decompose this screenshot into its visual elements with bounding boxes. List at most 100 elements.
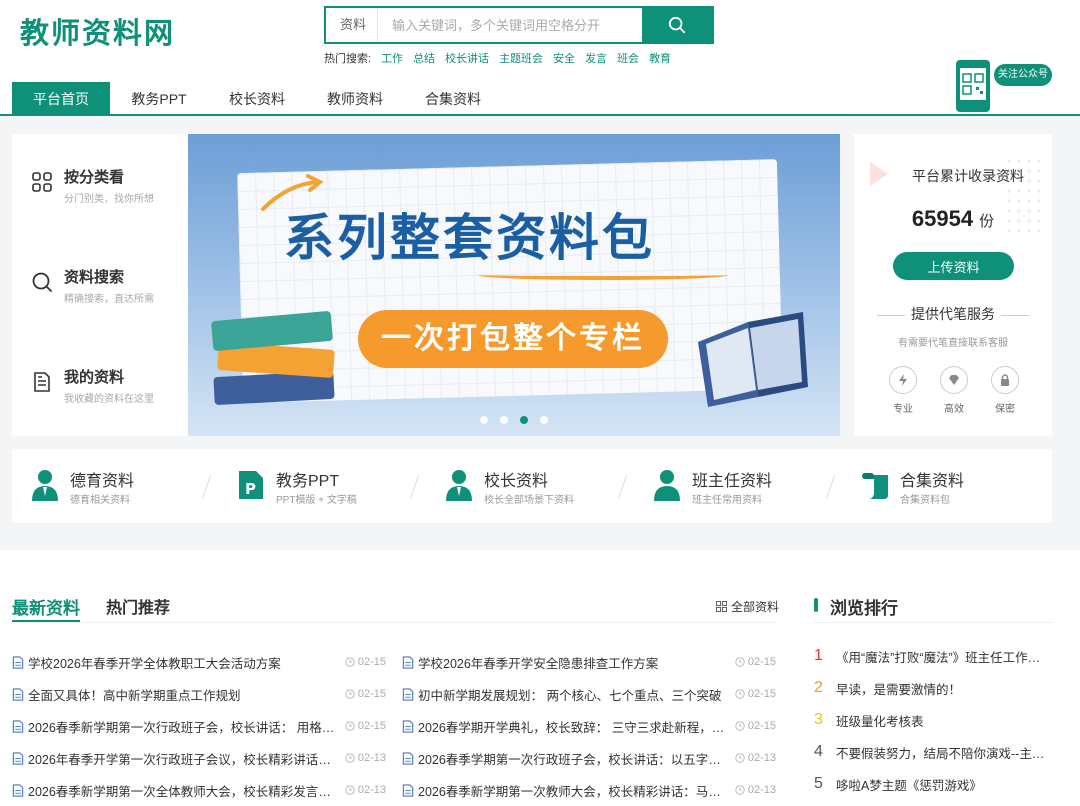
carousel-dot[interactable] xyxy=(480,416,488,424)
nav-item-teacher[interactable]: 教师资料 xyxy=(310,82,400,114)
site-logo[interactable]: 教师资料网 xyxy=(20,10,175,52)
list-item[interactable]: 2026年春季开学第一次行政班子会议，校长精彩讲话全文 02-13 xyxy=(12,742,386,774)
list-item-title: 学校2026年春季开学全体教职工大会活动方案 xyxy=(28,656,281,671)
list-item-date: 02-13 xyxy=(338,784,386,796)
list-item[interactable]: 学校2026年春季开学安全隐患排查工作方案 02-15 xyxy=(402,646,776,678)
nav-item-ppt[interactable]: 教务PPT xyxy=(114,82,204,114)
list-item[interactable]: 2026春季新学期第一次教师大会，校长精彩讲话：马年新学期 02-13 xyxy=(402,774,776,806)
list-item-date-value: 02-13 xyxy=(747,784,776,796)
list-item[interactable]: 2026春季新学期第一次行政班子会，校长讲话： 用格局和担当撑起新学期 02-15 xyxy=(12,710,386,742)
list-item-title: 2026年春季开学第一次行政班子会议，校长精彩讲话全文 xyxy=(28,752,338,767)
category-subtitle: 校长全部场景下资料 xyxy=(484,495,574,506)
promo-banner[interactable]: 系列整套资料包 一次打包整个专栏 xyxy=(188,134,840,436)
category-subtitle: 班主任常用资料 xyxy=(692,495,762,506)
search-input[interactable] xyxy=(378,8,642,42)
list-item-date-value: 02-13 xyxy=(357,784,386,796)
tab-popular[interactable]: 热门推荐 xyxy=(106,594,170,618)
hot-search-label: 热门搜索: xyxy=(324,53,372,65)
list-item[interactable]: 2026春学期开学典礼，校长致辞： 三守三求赴新程，奋楫扬帆正当时 02-15 xyxy=(402,710,776,742)
list-item-date-value: 02-15 xyxy=(747,656,776,668)
hot-term[interactable]: 教育 xyxy=(649,50,671,66)
document-icon xyxy=(402,655,414,669)
menu-search[interactable]: 资料搜索 精确搜索，直达所需 xyxy=(30,266,180,316)
nav-item-collection[interactable]: 合集资料 xyxy=(408,82,498,114)
hot-term[interactable]: 发言 xyxy=(585,50,607,66)
search-category-select[interactable]: 资料 xyxy=(326,8,378,42)
list-item[interactable]: 学校2026年春季开学全体教职工大会活动方案 02-15 xyxy=(12,646,386,678)
divider xyxy=(409,475,420,499)
document-icon xyxy=(34,372,50,392)
search-button[interactable] xyxy=(642,8,712,42)
category-head-teacher[interactable]: 班主任资料 班主任常用资料 xyxy=(634,449,824,523)
category-moral[interactable]: 德育资料 德育相关资料 xyxy=(12,449,202,523)
person-icon xyxy=(32,470,58,501)
clock-icon xyxy=(735,657,745,667)
menu-title: 我的资料 xyxy=(64,369,125,386)
view-all-link[interactable]: 全部资料 xyxy=(716,598,779,615)
rank-number: 2 xyxy=(814,679,823,696)
hot-term[interactable]: 班会 xyxy=(617,50,639,66)
tab-latest[interactable]: 最新资料 xyxy=(12,594,80,623)
list-item-date: 02-15 xyxy=(728,688,776,700)
principal-icon xyxy=(446,470,472,501)
menu-subtitle: 精确搜索，直达所需 xyxy=(64,294,154,305)
document-icon xyxy=(12,687,24,701)
list-item[interactable]: 2026春季学期第一次行政班子会，校长讲话：以五字诀开启新学期 02-13 xyxy=(402,742,776,774)
category-principal[interactable]: 校长资料 校长全部场景下资料 xyxy=(426,449,616,523)
category-title: 德育资料 xyxy=(70,473,135,490)
divider xyxy=(201,475,212,499)
rank-item[interactable]: 4 不要假装努力，结局不陪你演戏--主题班会 xyxy=(814,736,1052,768)
list-item-date-value: 02-13 xyxy=(357,752,386,764)
list-item-date: 02-15 xyxy=(728,720,776,732)
rank-title: 班级量化考核表 xyxy=(836,714,924,729)
view-all-label: 全部资料 xyxy=(731,600,780,614)
category-subtitle: PPT模版 + 文字稿 xyxy=(276,495,357,506)
carousel-dot[interactable] xyxy=(540,416,548,424)
list-item[interactable]: 初中新学期发展规划： 两个核心、七个重点、三个突破 02-15 xyxy=(402,678,776,710)
banner-pill: 一次打包整个专栏 xyxy=(358,310,668,368)
stats-card: 平台累计收录资料 65954 份 上传资料 提供代笔服务 有需要代笔直接联系客服 … xyxy=(854,134,1052,436)
rank-item[interactable]: 2 早读，是需要激情的！ xyxy=(814,672,1052,704)
category-bar: 德育资料 德育相关资料 P 教务PPT PPT模版 + 文字稿 校长资料 校长全… xyxy=(12,449,1052,523)
hot-term[interactable]: 工作 xyxy=(381,50,403,66)
rank-title: 不要假装努力，结局不陪你演戏--主题班会 xyxy=(836,746,1052,761)
list-item-date: 02-15 xyxy=(338,688,386,700)
carousel-dots xyxy=(480,416,548,424)
category-ppt[interactable]: P 教务PPT PPT模版 + 文字稿 xyxy=(218,449,408,523)
stat-count-value: 65954 xyxy=(911,206,974,231)
list-item-date: 02-13 xyxy=(338,752,386,764)
menu-my-files[interactable]: 我的资料 我收藏的资料在这里 xyxy=(30,366,180,416)
rank-item[interactable]: 5 哆啦A梦主题《惩罚游戏》 xyxy=(814,768,1052,800)
diamond-icon xyxy=(949,375,959,385)
carousel-dot-active[interactable] xyxy=(520,416,528,424)
ppt-file-icon: P xyxy=(239,471,263,499)
upload-button[interactable]: 上传资料 xyxy=(893,252,1014,280)
hot-term[interactable]: 总结 xyxy=(413,50,435,66)
list-item-date-value: 02-15 xyxy=(357,688,386,700)
quick-menu: 按分类看 分门别类，找你所想 资料搜索 精确搜索，直达所需 我的资料 我收藏的资… xyxy=(12,134,188,436)
nav-item-home[interactable]: 平台首页 xyxy=(12,82,110,114)
document-icon xyxy=(12,655,24,669)
clock-icon xyxy=(345,689,355,699)
list-item[interactable]: 2026春季新学期第一次全体教师大会，校长精彩发言全文 02-13 xyxy=(12,774,386,806)
search-icon xyxy=(32,272,52,292)
category-collection[interactable]: 合集资料 合集资料包 xyxy=(842,449,1042,523)
carousel-dot[interactable] xyxy=(500,416,508,424)
hot-term[interactable]: 安全 xyxy=(553,50,575,66)
hot-term[interactable]: 主题班会 xyxy=(499,50,543,66)
list-item-date: 02-15 xyxy=(338,656,386,668)
clock-icon xyxy=(735,753,745,763)
divider xyxy=(617,475,628,499)
list-item-date: 02-15 xyxy=(728,656,776,668)
clock-icon xyxy=(735,721,745,731)
rank-item[interactable]: 1 《用“魔法”打败“魔法”》班主任工作经验分享 xyxy=(814,640,1052,672)
document-icon xyxy=(12,783,24,797)
list-item-title: 初中新学期发展规划： 两个核心、七个重点、三个突破 xyxy=(418,688,722,703)
rank-item[interactable]: 3 班级量化考核表 xyxy=(814,704,1052,736)
hot-term[interactable]: 校长讲话 xyxy=(445,50,489,66)
menu-browse-category[interactable]: 按分类看 分门别类，找你所想 xyxy=(30,166,180,216)
list-item[interactable]: 全面又具体！高中新学期重点工作规划 02-15 xyxy=(12,678,386,710)
search-box: 资料 xyxy=(324,6,714,44)
document-icon xyxy=(402,719,414,733)
nav-item-principal[interactable]: 校长资料 xyxy=(212,82,302,114)
